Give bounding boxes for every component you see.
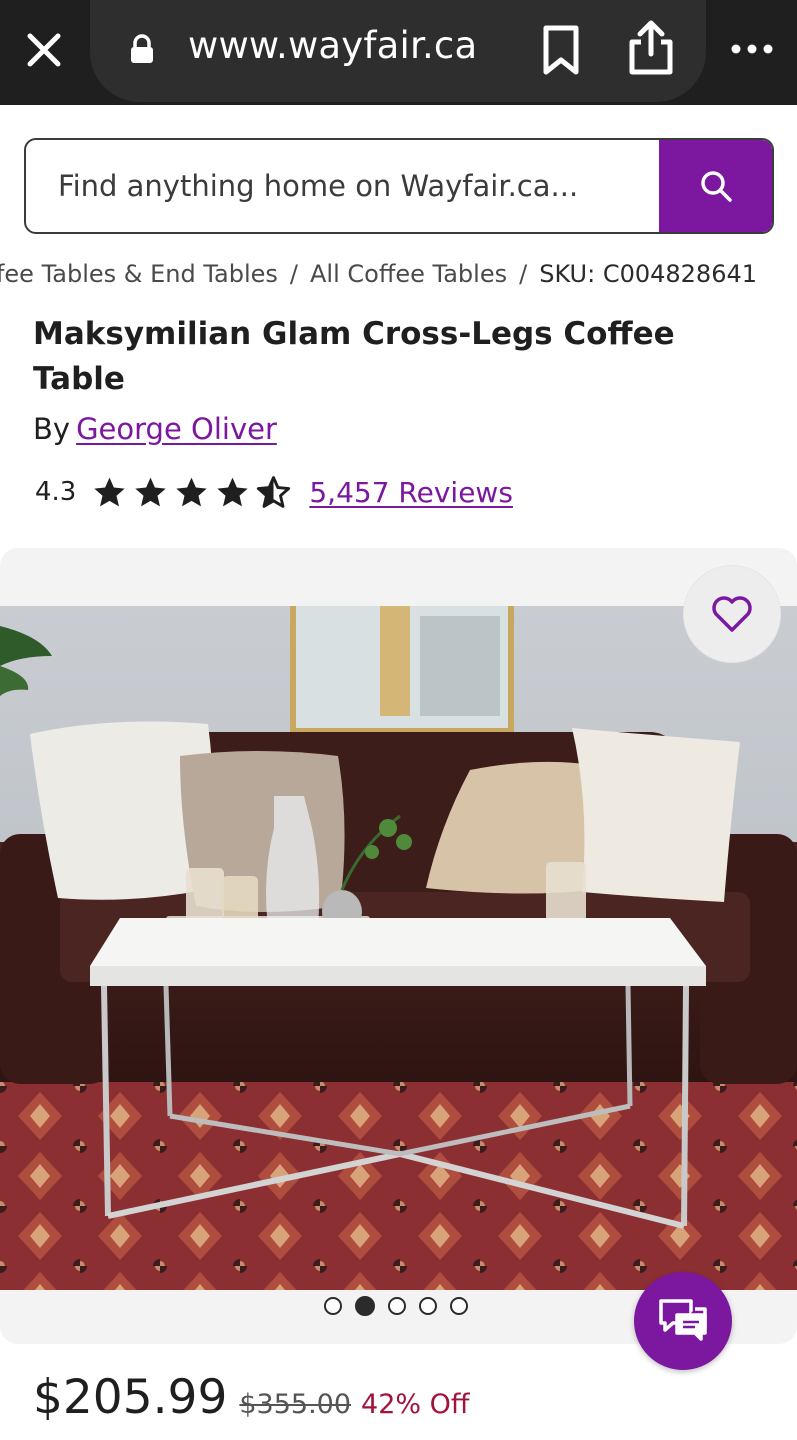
breadcrumb-separator: /	[289, 260, 299, 288]
product-image-gallery[interactable]	[0, 548, 797, 1344]
product-photo[interactable]	[0, 606, 797, 1290]
breadcrumb-item-coffee-end-tables[interactable]: Coffee Tables & End Tables	[0, 260, 278, 288]
breadcrumb: Coffee Tables & End Tables / All Coffee Ta…	[0, 258, 797, 294]
breadcrumb-item-all-coffee-tables[interactable]: All Coffee Tables	[310, 260, 507, 288]
brand-line: By George Oliver	[33, 412, 277, 446]
original-price: $355.00	[239, 1389, 352, 1420]
current-price: $205.99	[33, 1370, 228, 1425]
rating-row: 4.3 5,457 Reviews	[35, 470, 513, 514]
lock-icon	[131, 34, 153, 63]
close-button[interactable]	[22, 28, 66, 72]
star-icon	[176, 477, 208, 506]
breadcrumb-separator: /	[519, 260, 528, 288]
star-rating[interactable]	[92, 475, 291, 510]
gallery-dot[interactable]	[419, 1297, 437, 1315]
search-bar	[24, 138, 774, 234]
gallery-dot-active[interactable]	[355, 1296, 375, 1316]
close-icon	[27, 33, 61, 67]
product-title: Maksymilian Glam Cross-Legs Coffee Table	[33, 316, 675, 397]
gallery-pagination	[324, 1296, 468, 1316]
share-icon[interactable]	[626, 20, 676, 76]
star-icon	[135, 477, 167, 506]
more-icon[interactable]	[728, 32, 776, 66]
gallery-dot[interactable]	[324, 1297, 342, 1315]
breadcrumb-sku: SKU: C004828641	[539, 260, 757, 288]
rating-value: 4.3	[35, 477, 77, 507]
gallery-dot[interactable]	[388, 1297, 406, 1315]
gallery-dot[interactable]	[450, 1297, 468, 1315]
reviews-link[interactable]: 5,457 Reviews	[309, 476, 513, 509]
heart-icon	[712, 596, 752, 632]
search-input[interactable]	[26, 140, 661, 232]
favorite-button[interactable]	[684, 566, 780, 662]
by-label: By	[33, 412, 71, 446]
url-text[interactable]: www.wayfair.ca	[188, 24, 477, 67]
price-row: $205.99 $355.00 42% Off	[33, 1370, 469, 1425]
chat-button[interactable]	[634, 1272, 732, 1370]
browser-toolbar: www.wayfair.ca	[0, 0, 797, 105]
search-icon	[700, 171, 732, 202]
star-icon	[94, 477, 126, 506]
discount-badge: 42% Off	[361, 1389, 470, 1420]
star-half-icon	[257, 475, 291, 508]
star-icon	[217, 477, 249, 506]
chat-icon	[659, 1299, 707, 1341]
bookmark-icon[interactable]	[538, 24, 584, 76]
brand-link[interactable]: George Oliver	[76, 412, 277, 446]
search-button[interactable]	[659, 140, 772, 232]
